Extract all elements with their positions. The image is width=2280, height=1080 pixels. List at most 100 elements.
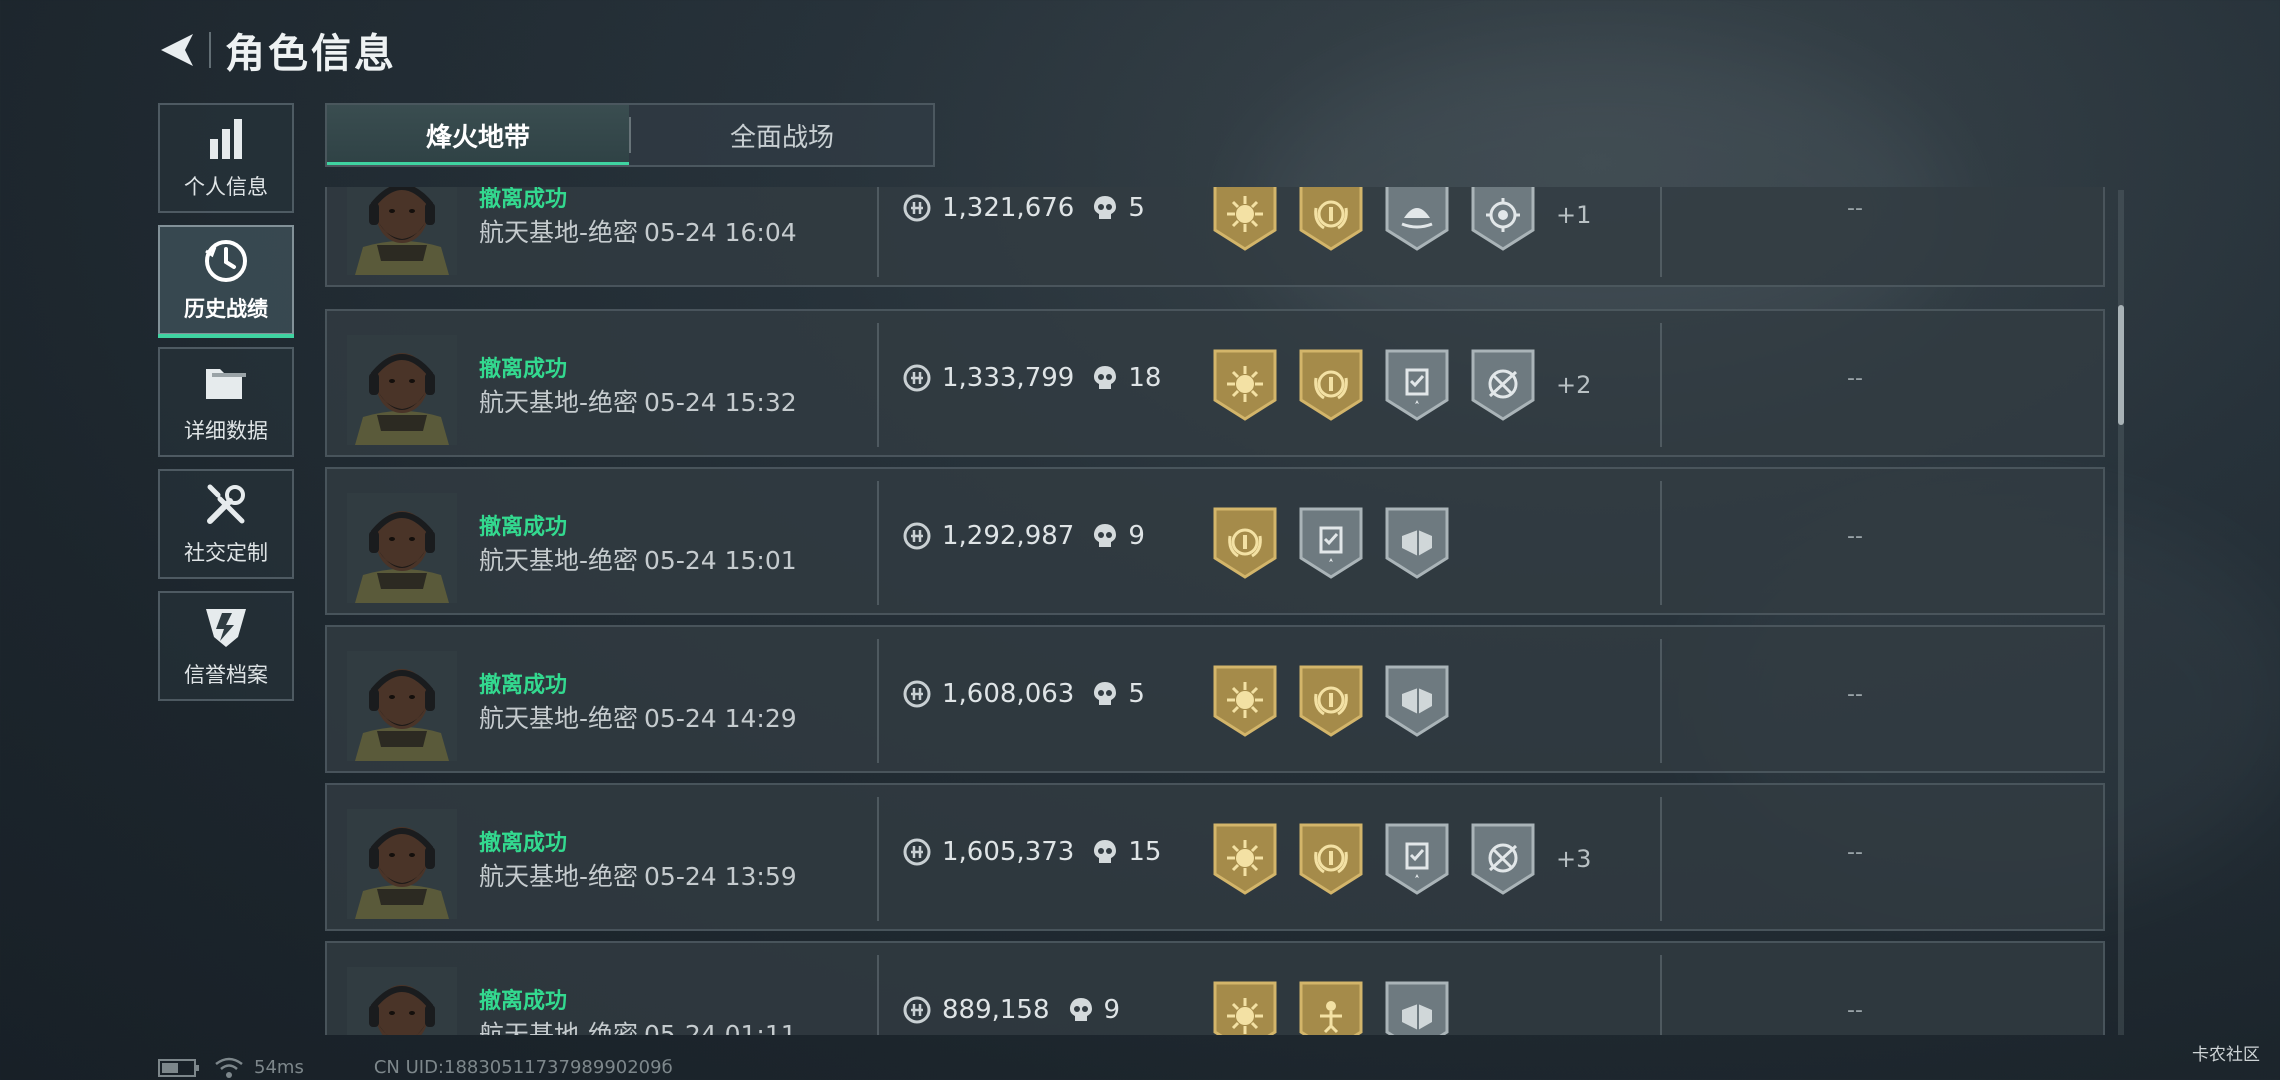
silver-clipboard-badge-icon [1299,507,1363,579]
column-divider [877,323,879,447]
bar-chart-icon [210,119,242,159]
gold-wreath-badge-icon [1299,187,1363,251]
medal-list [1212,627,1470,775]
page-title: 角色信息 [225,31,397,77]
tools-icon [207,484,245,524]
gold-sun-badge-icon [1213,823,1277,895]
battery-icon [158,1058,199,1077]
match-record-row[interactable]: 撤离成功 航天基地-绝密 05-24 15:32 1,333,799 18 +2 -- [325,309,2105,457]
silver-target-badge-icon [1471,187,1535,251]
skull-icon [1094,366,1117,389]
skull-icon [1094,840,1117,863]
extra-medals-count: +3 [1556,845,1592,873]
tab-full-battlefield[interactable]: 全面战场 [631,105,933,165]
scrollbar-thumb[interactable] [2118,305,2124,425]
loot-value: 1,333,799 [942,363,1075,393]
map-and-time: 航天基地-绝密 05-24 15:01 [479,541,797,577]
map-and-time: 航天基地-绝密 05-24 15:32 [479,383,797,419]
mode-tabs: 烽火地带 全面战场 [325,103,935,167]
gold-sun-badge-icon [1213,187,1277,251]
match-record-row[interactable]: 撤离成功 航天基地-绝密 05-24 01:11 889,158 9 -- [325,941,2105,1035]
operator-avatar [347,809,457,919]
silver-orb-badge-icon [1385,187,1449,251]
loot-value-group: 1,608,063 5 [902,679,1145,709]
gold-wreath-badge-icon [1299,823,1363,895]
watermark-text: 卡农社区 [2192,1045,2260,1065]
extra-medals-count: +2 [1556,371,1592,399]
sidebar-item-label: 详细数据 [184,419,268,443]
sidebar-item-reputation[interactable]: 信誉档案 [158,591,294,701]
match-history-list[interactable]: 撤离成功 航天基地-绝密 05-24 16:04 1,321,676 5 +1 -- 撤离成功… [325,187,2105,1035]
loot-value-group: 889,158 9 [902,995,1120,1025]
detail-placeholder: -- [1847,366,1863,391]
extraction-status: 撤离成功 [479,187,568,212]
player-uid: CN UID:1883051173798990209б [373,1057,673,1078]
sidebar-item-detailed-data[interactable]: 详细数据 [158,347,294,457]
gold-sun-badge-icon [1213,981,1277,1035]
badge-icon [206,609,246,647]
loot-value: 1,292,987 [942,521,1075,551]
sidebar-item-label: 历史战绩 [184,297,268,321]
back-arrow-icon[interactable] [155,28,199,72]
extraction-status: 撤离成功 [479,673,568,698]
sidebar: 个人信息 历史战绩 详细数据 社交定制 信誉档案 [158,103,294,713]
loot-value: 889,158 [942,995,1050,1025]
column-divider [877,797,879,921]
loot-value-group: 1,321,676 5 [902,193,1145,223]
detail-placeholder: -- [1847,840,1863,865]
silver-box-badge-icon [1385,507,1449,579]
kill-count: 9 [1128,521,1145,551]
detail-placeholder: -- [1847,524,1863,549]
sidebar-item-label: 社交定制 [184,541,268,565]
loot-value-group: 1,605,373 15 [902,837,1161,867]
kill-count: 9 [1103,995,1121,1025]
sidebar-item-social-custom[interactable]: 社交定制 [158,469,294,579]
silver-box-badge-icon [1385,665,1449,737]
map-name: 航天基地-绝密 [479,546,639,575]
map-and-time: 航天基地-绝密 05-24 13:59 [479,857,797,893]
currency-coin-icon [903,522,931,550]
gold-wreath-badge-icon [1213,507,1277,579]
ping-readout: 54ms [254,1057,304,1078]
kill-count: 18 [1128,363,1162,393]
gold-figure-badge-icon [1299,981,1363,1035]
status-footer: 54ms CN UID:1883051173798990209б [158,1055,673,1080]
column-divider [877,955,879,1035]
match-record-row[interactable]: 撤离成功 航天基地-绝密 05-24 16:04 1,321,676 5 +1 -- [325,187,2105,287]
gold-wreath-badge-icon [1299,349,1363,421]
match-record-row[interactable]: 撤离成功 航天基地-绝密 05-24 14:29 1,608,063 5 -- [325,625,2105,773]
currency-coin-icon [903,680,931,708]
map-and-time: 航天基地-绝密 05-24 01:11 [479,1015,797,1035]
sidebar-item-history[interactable]: 历史战绩 [158,225,294,338]
currency-coin-icon [903,838,931,866]
extraction-status: 撤离成功 [479,989,568,1014]
medal-list [1212,469,1470,617]
currency-coin-icon [903,996,931,1024]
match-time: 05-24 01:11 [644,1020,797,1035]
match-record-row[interactable]: 撤离成功 航天基地-绝密 05-24 13:59 1,605,373 15 +3 -- [325,783,2105,931]
wifi-icon [215,1057,243,1078]
column-divider [1660,323,1662,447]
tab-fire-zone[interactable]: 烽火地带 [327,105,629,165]
loot-value-group: 1,292,987 9 [902,521,1145,551]
kill-count: 5 [1128,193,1145,223]
operator-avatar [347,187,457,275]
sidebar-item-label: 个人信息 [184,175,268,199]
operator-avatar [347,335,457,445]
sidebar-item-personal-info[interactable]: 个人信息 [158,103,294,213]
header-divider [209,32,211,68]
currency-coin-icon [903,194,931,222]
silver-crosshair-badge-icon [1471,823,1535,895]
extraction-status: 撤离成功 [479,515,568,540]
medal-list: +1 [1212,187,1591,289]
kill-count: 15 [1128,837,1162,867]
silver-crosshair-badge-icon [1471,349,1535,421]
match-record-row[interactable]: 撤离成功 航天基地-绝密 05-24 15:01 1,292,987 9 -- [325,467,2105,615]
silver-clipboard-badge-icon [1385,823,1449,895]
medal-list: +2 [1212,311,1591,459]
silver-clipboard-badge-icon [1385,349,1449,421]
skull-icon [1094,682,1117,705]
folder-icon [206,369,246,399]
extra-medals-count: +1 [1556,201,1592,229]
gold-sun-badge-icon [1213,349,1277,421]
